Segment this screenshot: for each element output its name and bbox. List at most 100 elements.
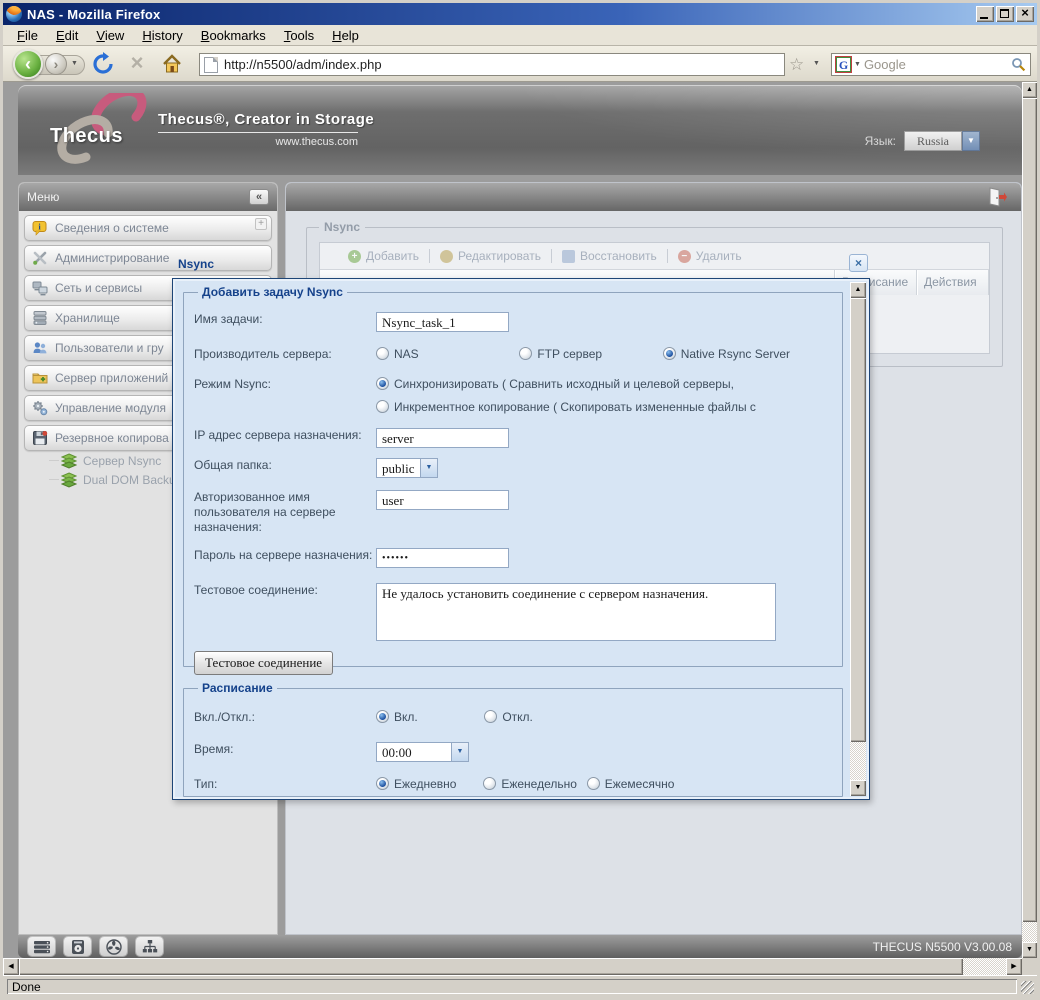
target-ip-input[interactable]: server bbox=[376, 428, 509, 448]
radio-icon[interactable] bbox=[376, 400, 389, 413]
logout-door-icon[interactable] bbox=[987, 186, 1007, 213]
dialog-titlebar[interactable]: Nsync × bbox=[172, 252, 870, 278]
bookmark-star-icon[interactable]: ☆ bbox=[789, 55, 804, 75]
radio-option-rsync[interactable]: Native Rsync Server bbox=[663, 347, 790, 361]
navigation-toolbar: ‹ › ▼ × http://n5500/adm/index.php ☆ ▼ G… bbox=[3, 46, 1037, 82]
time-dropdown-icon[interactable]: ▼ bbox=[452, 742, 469, 762]
dialog-close-button[interactable]: × bbox=[849, 254, 868, 272]
sidebar-collapse-button[interactable]: « bbox=[249, 189, 269, 205]
shared-folder-label: Общая папка: bbox=[194, 455, 376, 473]
menu-edit[interactable]: Edit bbox=[48, 26, 86, 45]
status-bar: Done bbox=[3, 975, 1037, 997]
search-magnifier-icon[interactable] bbox=[1011, 57, 1026, 72]
sidebar-item-system-info[interactable]: i Сведения о системе + bbox=[24, 215, 272, 241]
gears-icon bbox=[32, 400, 48, 416]
radio-option-incremental[interactable]: Инкрементное копирование ( Скопировать и… bbox=[376, 400, 832, 414]
radio-icon-selected[interactable] bbox=[663, 347, 676, 360]
radio-icon-selected[interactable] bbox=[376, 777, 389, 790]
radio-icon[interactable] bbox=[519, 347, 532, 360]
horizontal-scrollbar[interactable]: ◀ ▶ bbox=[3, 958, 1022, 975]
task-name-input[interactable]: Nsync_task_1 bbox=[376, 312, 509, 332]
brand-tagline: Thecus®, Creator in Storage bbox=[158, 111, 358, 133]
radio-option-daily[interactable]: Ежедневно bbox=[376, 777, 480, 791]
minimize-button[interactable] bbox=[976, 6, 994, 22]
menu-bookmarks[interactable]: Bookmarks bbox=[193, 26, 274, 45]
menu-help[interactable]: Help bbox=[324, 26, 367, 45]
dialog-scroll-down-button[interactable]: ▼ bbox=[850, 780, 866, 796]
engine-dropdown-icon[interactable]: ▼ bbox=[854, 61, 861, 68]
vertical-scrollbar[interactable]: ▲ ▼ bbox=[1022, 82, 1037, 958]
menu-tools[interactable]: Tools bbox=[276, 26, 322, 45]
reload-button[interactable] bbox=[91, 52, 115, 76]
password-input[interactable]: •••••• bbox=[376, 548, 509, 568]
radio-icon-selected[interactable] bbox=[376, 710, 389, 723]
grid-header-action[interactable]: Действия bbox=[917, 270, 989, 295]
scroll-right-button[interactable]: ▶ bbox=[1006, 958, 1022, 975]
dialog-scroll-up-button[interactable]: ▲ bbox=[850, 282, 866, 298]
url-text[interactable]: http://n5500/adm/index.php bbox=[224, 57, 382, 72]
vertical-scroll-track[interactable] bbox=[1022, 922, 1037, 942]
google-engine-icon[interactable]: G bbox=[836, 57, 851, 72]
radio-icon[interactable] bbox=[484, 710, 497, 723]
stop-button[interactable]: × bbox=[125, 50, 149, 76]
forward-button[interactable]: › bbox=[45, 53, 67, 75]
scroll-down-button[interactable]: ▼ bbox=[1022, 942, 1037, 958]
back-button[interactable]: ‹ bbox=[13, 49, 43, 79]
type-label: Тип: bbox=[194, 774, 376, 792]
shared-folder-dropdown-icon[interactable]: ▼ bbox=[421, 458, 438, 478]
radio-icon[interactable] bbox=[587, 777, 600, 790]
time-select[interactable]: 00:00 bbox=[376, 742, 452, 762]
resize-grip[interactable] bbox=[1021, 981, 1034, 994]
url-bar[interactable]: http://n5500/adm/index.php bbox=[199, 53, 785, 76]
raid-status-icon[interactable] bbox=[28, 937, 55, 956]
menu-file[interactable]: File bbox=[9, 26, 46, 45]
close-button[interactable]: × bbox=[1016, 6, 1034, 22]
time-label: Время: bbox=[194, 739, 376, 757]
bookmark-dropdown-icon[interactable]: ▼ bbox=[813, 60, 820, 67]
expand-plus-icon[interactable]: + bbox=[255, 218, 267, 230]
horizontal-scroll-track[interactable] bbox=[963, 958, 1006, 975]
schedule-fieldset: Расписание Вкл./Откл.: Вкл. Откл. Время:… bbox=[183, 681, 843, 797]
app-server-folder-icon bbox=[32, 370, 48, 386]
radio-icon-selected[interactable] bbox=[376, 377, 389, 390]
search-input[interactable]: Google bbox=[864, 57, 1008, 72]
language-dropdown-icon[interactable]: ▼ bbox=[962, 131, 980, 151]
radio-option-weekly[interactable]: Еженедельно bbox=[483, 777, 583, 791]
dialog-scrollbar[interactable]: ▲ ▼ bbox=[850, 282, 866, 796]
language-selector: Язык: Russia ▼ bbox=[865, 131, 980, 151]
sidebar-item-label: Сеть и сервисы bbox=[55, 281, 142, 295]
vertical-scroll-thumb[interactable] bbox=[1022, 98, 1037, 922]
scroll-left-button[interactable]: ◀ bbox=[3, 958, 19, 975]
network-status-icon[interactable] bbox=[136, 937, 163, 956]
radio-option-sync[interactable]: Синхронизировать ( Сравнить исходный и ц… bbox=[376, 377, 734, 391]
maximize-button[interactable] bbox=[996, 6, 1014, 22]
fan-status-icon[interactable] bbox=[100, 937, 127, 956]
scroll-up-button[interactable]: ▲ bbox=[1022, 82, 1037, 98]
test-connection-button[interactable]: Тестовое соединение bbox=[194, 651, 333, 675]
password-label: Пароль на сервере назначения: bbox=[194, 545, 376, 563]
history-dropdown-icon[interactable]: ▼ bbox=[71, 60, 78, 67]
radio-label: Ежемесячно bbox=[605, 777, 675, 791]
auth-user-input[interactable]: user bbox=[376, 490, 509, 510]
info-icon: i bbox=[32, 220, 48, 236]
radio-option-ftp[interactable]: FTP сервер bbox=[519, 347, 659, 361]
search-box[interactable]: G ▼ Google bbox=[831, 53, 1031, 76]
radio-icon[interactable] bbox=[483, 777, 496, 790]
menu-view[interactable]: View bbox=[88, 26, 132, 45]
shared-folder-select[interactable]: public bbox=[376, 458, 421, 478]
dialog-content: Добавить задачу Nsync Имя задачи: Nsync_… bbox=[183, 285, 843, 795]
radio-option-disabled[interactable]: Откл. bbox=[484, 710, 533, 724]
menu-history[interactable]: History bbox=[134, 26, 190, 45]
test-connection-output[interactable]: Не удалось установить соединение с серве… bbox=[376, 583, 776, 641]
brand-tagline-block: Thecus®, Creator in Storage www.thecus.c… bbox=[158, 111, 358, 148]
radio-icon[interactable] bbox=[376, 347, 389, 360]
radio-option-enabled[interactable]: Вкл. bbox=[376, 710, 481, 724]
home-button[interactable] bbox=[161, 53, 183, 75]
disk-status-icon[interactable] bbox=[64, 937, 91, 956]
radio-option-nas[interactable]: NAS bbox=[376, 347, 516, 361]
radio-option-monthly[interactable]: Ежемесячно bbox=[587, 777, 675, 791]
dialog-scroll-thumb[interactable] bbox=[850, 298, 866, 742]
language-select[interactable]: Russia bbox=[904, 131, 962, 151]
horizontal-scroll-thumb[interactable] bbox=[19, 958, 963, 975]
dialog-scroll-track[interactable] bbox=[850, 742, 866, 781]
